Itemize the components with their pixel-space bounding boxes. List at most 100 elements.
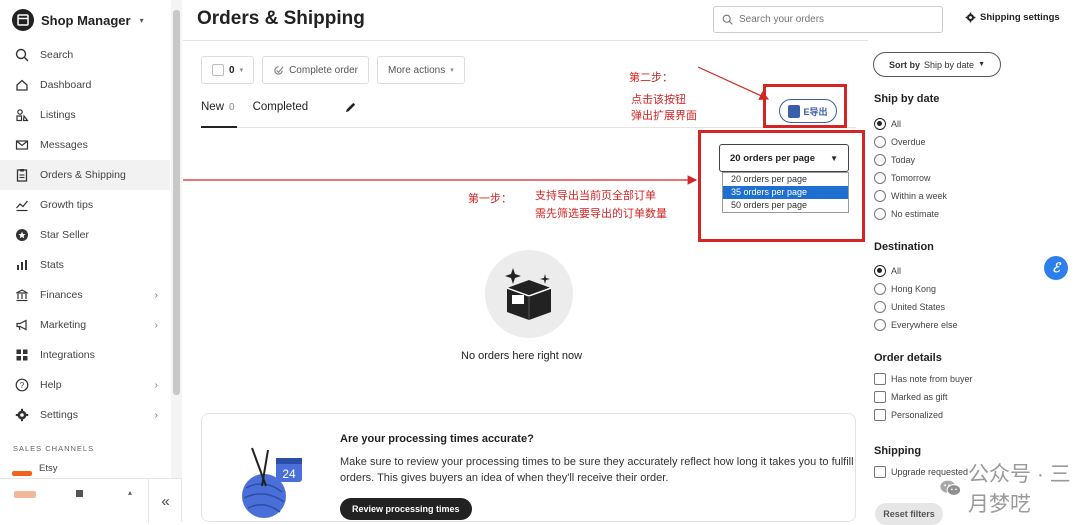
- etsy-channel-icon: [12, 471, 32, 476]
- shop-logo-icon: [12, 9, 34, 31]
- floating-helper-button[interactable]: ℰ: [1044, 256, 1068, 280]
- sidebar-item-etsy[interactable]: [12, 463, 32, 476]
- sidebar-item-settings[interactable]: Settings ›: [0, 400, 170, 430]
- sidebar-item-stats[interactable]: Stats: [0, 250, 170, 280]
- sidebar-item-label: Finances: [40, 289, 83, 301]
- arrow-to-export: [697, 66, 770, 100]
- shipping-heading: Shipping: [874, 445, 922, 457]
- sidebar-item-messages[interactable]: Messages: [0, 130, 170, 160]
- main-content: Orders & Shipping Shipping settings 0 ▾ …: [183, 0, 1080, 525]
- filter-label: Marked as gift: [891, 392, 948, 402]
- sidebar-item-label: Settings: [40, 409, 78, 421]
- sidebar-nav: Search Dashboard Listings Messages Order…: [0, 40, 170, 430]
- sort-by-dropdown[interactable]: Sort by Ship by date ▼: [873, 52, 1001, 77]
- filter-dest-us[interactable]: United States: [874, 301, 945, 313]
- radio-selected[interactable]: [874, 118, 886, 130]
- radio[interactable]: [874, 283, 886, 295]
- radio[interactable]: [874, 190, 886, 202]
- home-icon: [14, 77, 30, 93]
- sidebar-item-integrations[interactable]: Integrations: [0, 340, 170, 370]
- filter-label: Everywhere else: [891, 320, 958, 330]
- filter-label: Hong Kong: [891, 284, 937, 294]
- filter-dest-elsewhere[interactable]: Everywhere else: [874, 319, 958, 331]
- sidebar-item-label: Dashboard: [40, 79, 92, 91]
- megaphone-icon: [14, 317, 30, 333]
- empty-state-text: No orders here right now: [461, 350, 583, 362]
- grid-icon: [14, 347, 30, 363]
- collapse-sidebar-button[interactable]: «: [148, 479, 182, 523]
- sidebar-scroll-thumb[interactable]: [173, 10, 180, 395]
- account-indicator: [76, 490, 83, 497]
- card-body: Make sure to review your processing time…: [340, 456, 854, 484]
- radio[interactable]: [874, 136, 886, 148]
- radio[interactable]: [874, 319, 886, 331]
- sidebar-item-orders-shipping[interactable]: Orders & Shipping: [0, 160, 170, 190]
- sidebar-item-star-seller[interactable]: Star Seller: [0, 220, 170, 250]
- card-title: Are your processing times accurate?: [340, 433, 534, 445]
- sidebar-item-dashboard[interactable]: Dashboard: [0, 70, 170, 100]
- filter-marked-gift[interactable]: Marked as gift: [874, 391, 948, 403]
- radio-selected[interactable]: [874, 265, 886, 277]
- chevron-right-icon: ›: [154, 289, 158, 301]
- filter-note-from-buyer[interactable]: Has note from buyer: [874, 373, 973, 385]
- sidebar-footer: ▴ «: [0, 478, 182, 523]
- destination-heading: Destination: [874, 241, 934, 253]
- etsy-label: Etsy: [39, 463, 58, 474]
- chart-icon: [14, 197, 30, 213]
- checkbox[interactable]: [874, 409, 886, 421]
- filter-ship-today[interactable]: Today: [874, 154, 915, 166]
- radio[interactable]: [874, 154, 886, 166]
- checkbox[interactable]: [874, 466, 886, 478]
- filter-label: All: [891, 266, 902, 276]
- filter-ship-no-estimate[interactable]: No estimate: [874, 208, 939, 220]
- sidebar-item-label: Growth tips: [40, 199, 94, 211]
- sidebar: Shop Manager ▾ Search Dashboard Listings…: [0, 0, 182, 523]
- calendar-day: 24: [282, 467, 296, 481]
- stats-icon: [14, 257, 30, 273]
- caret-down-icon: ▼: [978, 61, 985, 68]
- sidebar-item-search[interactable]: Search: [0, 40, 170, 70]
- radio[interactable]: [874, 301, 886, 313]
- checkbox[interactable]: [874, 391, 886, 403]
- chevron-up-icon[interactable]: ▴: [128, 488, 132, 497]
- sidebar-item-label: Help: [40, 379, 62, 391]
- shop-manager-header[interactable]: Shop Manager ▾: [12, 9, 144, 31]
- filter-ship-tomorrow[interactable]: Tomorrow: [874, 172, 931, 184]
- chevron-right-icon: ›: [154, 409, 158, 421]
- account-avatar[interactable]: [14, 491, 36, 498]
- sales-channels-label: SALES CHANNELS: [13, 444, 95, 453]
- processing-times-card: 24 Are your processing times accurate? M…: [201, 413, 856, 522]
- review-processing-times-button[interactable]: Review processing times: [340, 498, 472, 520]
- filter-ship-all[interactable]: All: [874, 118, 901, 130]
- sidebar-item-listings[interactable]: Listings: [0, 100, 170, 130]
- sidebar-item-label: Star Seller: [40, 229, 90, 241]
- chevron-right-icon: ›: [154, 379, 158, 391]
- filter-label: Tomorrow: [891, 173, 931, 183]
- sidebar-item-marketing[interactable]: Marketing ›: [0, 310, 170, 340]
- sidebar-item-label: Marketing: [40, 319, 87, 331]
- filter-label: Has note from buyer: [891, 374, 973, 384]
- radio[interactable]: [874, 172, 886, 184]
- filter-dest-all[interactable]: All: [874, 265, 901, 277]
- sidebar-item-help[interactable]: ? Help ›: [0, 370, 170, 400]
- sidebar-item-label: Stats: [40, 259, 64, 271]
- sort-by-value: Ship by date: [924, 59, 975, 70]
- sidebar-item-growth-tips[interactable]: Growth tips: [0, 190, 170, 220]
- chevron-right-icon: ›: [154, 319, 158, 331]
- listings-icon: [14, 107, 30, 123]
- filter-ship-overdue[interactable]: Overdue: [874, 136, 926, 148]
- svg-text:?: ?: [20, 381, 25, 390]
- sidebar-item-label: Listings: [40, 109, 76, 121]
- yarn-calendar-illustration: 24: [242, 447, 302, 518]
- gear-icon: [14, 407, 30, 423]
- filter-ship-week[interactable]: Within a week: [874, 190, 947, 202]
- help-icon: ?: [14, 377, 30, 393]
- checkbox[interactable]: [874, 373, 886, 385]
- filter-personalized[interactable]: Personalized: [874, 409, 943, 421]
- mail-icon: [14, 137, 30, 153]
- clipboard-icon: [14, 167, 30, 183]
- radio[interactable]: [874, 208, 886, 220]
- sidebar-item-finances[interactable]: Finances ›: [0, 280, 170, 310]
- filter-label: No estimate: [891, 209, 940, 219]
- filter-dest-hong-kong[interactable]: Hong Kong: [874, 283, 936, 295]
